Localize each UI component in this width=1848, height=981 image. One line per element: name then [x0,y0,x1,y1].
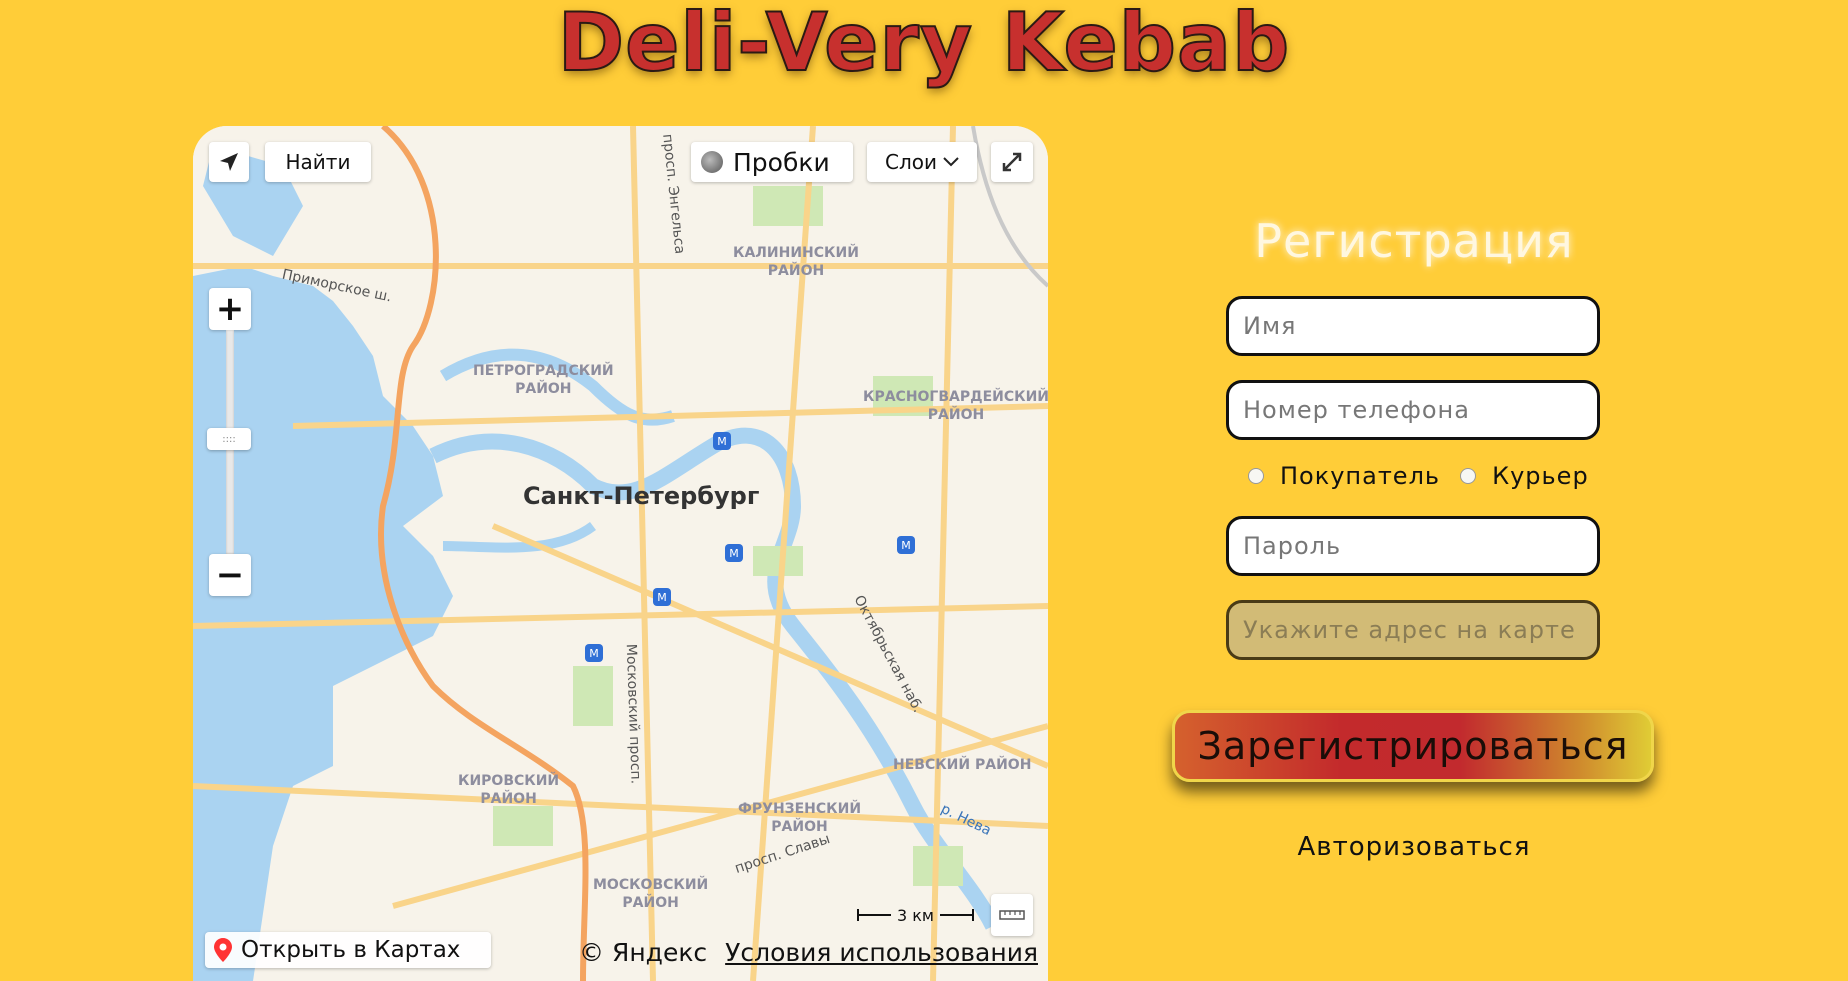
zoom-in-button[interactable]: + [209,288,251,330]
layers-button[interactable]: Слои [867,142,977,182]
map-canvas[interactable] [193,126,1048,981]
address-input[interactable] [1226,600,1600,660]
layers-label: Слои [885,150,937,174]
location-arrow-icon [220,153,238,171]
map-copyright: © Яндекс Условия использования [579,938,1038,967]
district-label: ФРУНЗЕНСКИЙ РАЙОН [738,801,862,835]
traffic-label: Пробки [733,147,830,177]
minus-icon: − [215,555,245,595]
role-courier-radio[interactable] [1460,468,1477,484]
locate-button[interactable] [209,142,249,182]
register-button[interactable]: Зарегистрироваться [1172,710,1654,782]
traffic-icon [701,151,723,173]
role-buyer-label: Покупатель [1280,462,1441,490]
role-selector: Покупатель Курьер [1248,462,1609,490]
scale-bar-right [940,909,974,921]
metro-icon: M [585,644,603,662]
zoom-slider-handle[interactable]: :::: [207,428,251,450]
city-label: Санкт-Петербург [523,482,760,510]
name-input[interactable] [1226,296,1600,356]
terms-link[interactable]: Условия использования [725,938,1038,967]
ruler-button[interactable] [991,894,1033,936]
traffic-button[interactable]: Пробки [691,142,853,182]
map-scale: 3 км [857,904,974,926]
district-label: КРАСНОГВАРДЕЙСКИЙ РАЙОН [863,389,1048,423]
metro-icon: M [713,432,731,450]
scale-label: 3 км [897,905,934,925]
role-courier-option[interactable]: Курьер [1460,462,1589,490]
map-widget[interactable]: КАЛИНИНСКИЙ РАЙОН ПЕТРОГРАДСКИЙ РАЙОН КРАС… [193,126,1048,981]
scale-bar-left [857,909,891,921]
chevron-down-icon [943,157,959,167]
open-in-maps-button[interactable]: Открыть в Картах [205,932,491,968]
map-pin-icon [214,938,232,962]
phone-input[interactable] [1226,380,1600,440]
district-label: КАЛИНИНСКИЙ РАЙОН [733,245,859,279]
district-label: МОСКОВСКИЙ РАЙОН [593,877,709,911]
open-in-maps-label: Открыть в Картах [241,937,461,963]
expand-icon [1002,152,1022,172]
district-label: ПЕТРОГРАДСКИЙ РАЙОН [473,363,614,397]
district-label: КИРОВСКИЙ РАЙОН [458,773,560,807]
zoom-out-button[interactable]: − [209,554,251,596]
login-link[interactable]: Авторизоваться [1146,832,1682,862]
plus-icon: + [215,289,245,329]
ruler-icon [999,910,1025,920]
fullscreen-button[interactable] [991,142,1033,182]
role-courier-label: Курьер [1492,462,1589,490]
metro-icon: M [897,536,915,554]
district-label: НЕВСКИЙ РАЙОН [893,757,1032,773]
role-buyer-option[interactable]: Покупатель [1248,462,1440,490]
metro-icon: M [653,588,671,606]
role-buyer-radio[interactable] [1248,468,1264,484]
registration-title: Регистрация [1254,214,1574,268]
metro-icon: M [725,544,743,562]
find-button[interactable]: Найти [265,142,371,182]
site-title: Deli-Very Kebab [557,0,1291,90]
copyright-text: © Яндекс [579,938,708,967]
password-input[interactable] [1226,516,1600,576]
